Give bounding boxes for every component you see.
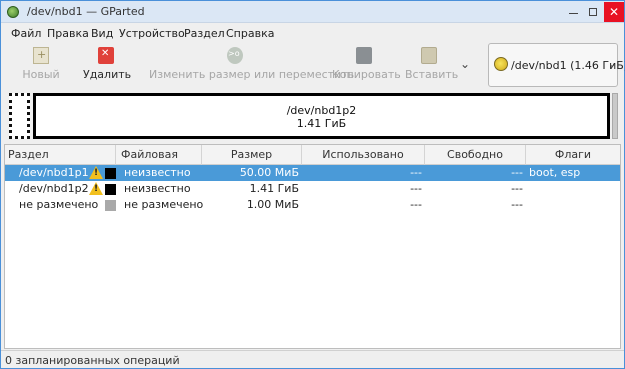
status-bar: 0 запланированных операций [1,350,624,369]
delete-button-label: Удалить [83,68,132,81]
gparted-app-icon [7,6,19,18]
menu-help[interactable]: Справка [226,27,274,40]
partition-map-unallocated[interactable] [612,93,618,139]
column-header-filesystem[interactable]: Файловая система [116,145,202,181]
partition-table: Раздел Файловая система Размер Использов… [4,144,621,349]
copy-button[interactable]: Копировать [332,47,401,81]
filesystem-color-swatch [105,200,116,211]
pending-operations-status: 0 запланированных операций [5,354,180,367]
filesystem-cell: неизвестно [124,166,191,179]
paste-button-label: Вставить [405,68,459,81]
maximize-icon [589,8,597,16]
delete-icon [98,47,114,64]
warning-icon [89,182,103,195]
table-header: Раздел Файловая система Размер Использов… [5,145,620,181]
partition-cell: не размечено [19,198,99,211]
filesystem-color-swatch [105,168,116,179]
new-button-label: Новый [22,68,60,81]
window-title: /dev/nbd1 — GParted [27,5,145,18]
toolbar-overflow-chevron-icon[interactable]: ⌄ [460,57,470,71]
new-button[interactable]: Новый [21,47,61,81]
paste-icon [421,47,437,64]
column-header-free[interactable]: Свободно [425,145,526,165]
partition-map-p2-name: /dev/nbd1p2 [286,104,357,117]
paste-button[interactable]: Вставить [405,47,458,81]
gparted-window: /dev/nbd1 — GParted ✕ Файл Правка Вид Ус… [0,0,625,369]
minimize-icon [568,13,578,14]
used-cell: --- [410,198,422,211]
partition-map-p2[interactable]: /dev/nbd1p2 1.41 ГиБ [33,93,610,139]
new-partition-icon [33,47,49,64]
size-cell: 1.41 ГиБ [249,182,299,195]
resize-move-button[interactable]: Изменить размер или переместить [149,47,354,81]
delete-button[interactable]: Удалить [83,47,132,81]
menu-bar: Файл Правка Вид Устройство Раздел Справк… [1,23,624,43]
device-selector[interactable]: /dev/nbd1 (1.46 ГиБ) ⌄ [488,43,625,87]
resize-move-button-label: Изменить размер или переместить [149,68,355,81]
menu-device[interactable]: Устройство [119,27,185,40]
filesystem-cell: неизвестно [124,182,191,195]
column-header-flags[interactable]: Флаги [526,145,620,165]
close-icon: ✕ [608,5,620,19]
menu-partition[interactable]: Раздел [184,27,225,40]
flags-cell: boot, esp [529,166,581,179]
filesystem-cell: не размечено [124,198,204,211]
menu-edit[interactable]: Правка [47,27,89,40]
menu-file[interactable]: Файл [11,27,41,40]
column-header-used[interactable]: Использовано [302,145,425,165]
copy-button-label: Копировать [332,68,401,81]
partition-cell: /dev/nbd1p2 [19,182,89,195]
free-cell: --- [511,198,523,211]
table-row[interactable]: /dev/nbd1p1 неизвестно 50.00 МиБ --- ---… [5,165,620,181]
partition-map: /dev/nbd1p2 1.41 ГиБ [4,90,621,144]
chevron-down-icon: ⌄ [608,59,617,70]
partition-cell: /dev/nbd1p1 [19,166,89,179]
used-cell: --- [410,166,422,179]
resize-move-icon [227,47,243,64]
free-cell: --- [511,166,523,179]
column-header-partition[interactable]: Раздел [5,145,116,165]
minimize-button[interactable] [565,4,581,20]
close-button[interactable]: ✕ [604,2,624,22]
copy-icon [356,47,372,64]
warning-icon [89,166,103,179]
used-cell: --- [410,182,422,195]
size-cell: 1.00 МиБ [246,198,299,211]
table-row[interactable]: /dev/nbd1p2 неизвестно 1.41 ГиБ --- --- [5,181,620,197]
menu-view[interactable]: Вид [91,27,113,40]
disk-icon [494,57,508,71]
partition-map-p2-size: 1.41 ГиБ [296,117,347,130]
size-cell: 50.00 МиБ [239,166,299,179]
free-cell: --- [511,182,523,195]
partition-map-p1[interactable] [9,93,30,139]
title-bar[interactable]: /dev/nbd1 — GParted ✕ [1,1,624,23]
maximize-button[interactable] [585,4,601,20]
column-header-size[interactable]: Размер [202,145,302,165]
filesystem-color-swatch [105,184,116,195]
table-row[interactable]: не размечено не размечено 1.00 МиБ --- -… [5,197,620,213]
